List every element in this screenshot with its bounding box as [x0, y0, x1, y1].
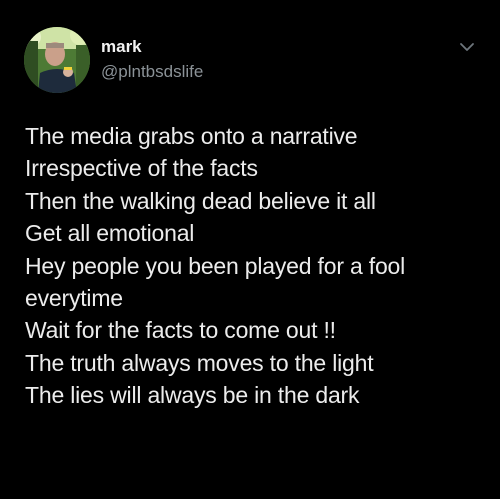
tweet-line: The lies will always be in the dark: [25, 382, 360, 409]
tweet-line: The truth always moves to the light: [25, 349, 374, 376]
tweet-line: Then the walking dead believe it all: [25, 187, 376, 214]
tweet-line: Wait for the facts to come out !!: [25, 317, 336, 344]
avatar[interactable]: [24, 27, 90, 93]
chevron-down-icon: [460, 43, 474, 51]
tweet-menu-button[interactable]: [457, 40, 477, 54]
tweet-line: everytime: [25, 285, 123, 312]
tweet-line: The media grabs onto a narrative: [25, 123, 358, 149]
tweet-card: mark @plntbsdslife The media grabs onto …: [0, 0, 500, 499]
tweet-line: Get all emotional: [25, 220, 195, 247]
tweet-line: Irrespective of the facts: [25, 155, 258, 182]
avatar-photo: [24, 27, 90, 93]
tweet-text: The media grabs onto a narrative Irrespe…: [25, 120, 490, 412]
tweet-line: Hey people you been played for a fool: [25, 252, 406, 279]
user-handle[interactable]: @plntbsdslife: [101, 62, 203, 82]
display-name[interactable]: mark: [101, 37, 142, 57]
